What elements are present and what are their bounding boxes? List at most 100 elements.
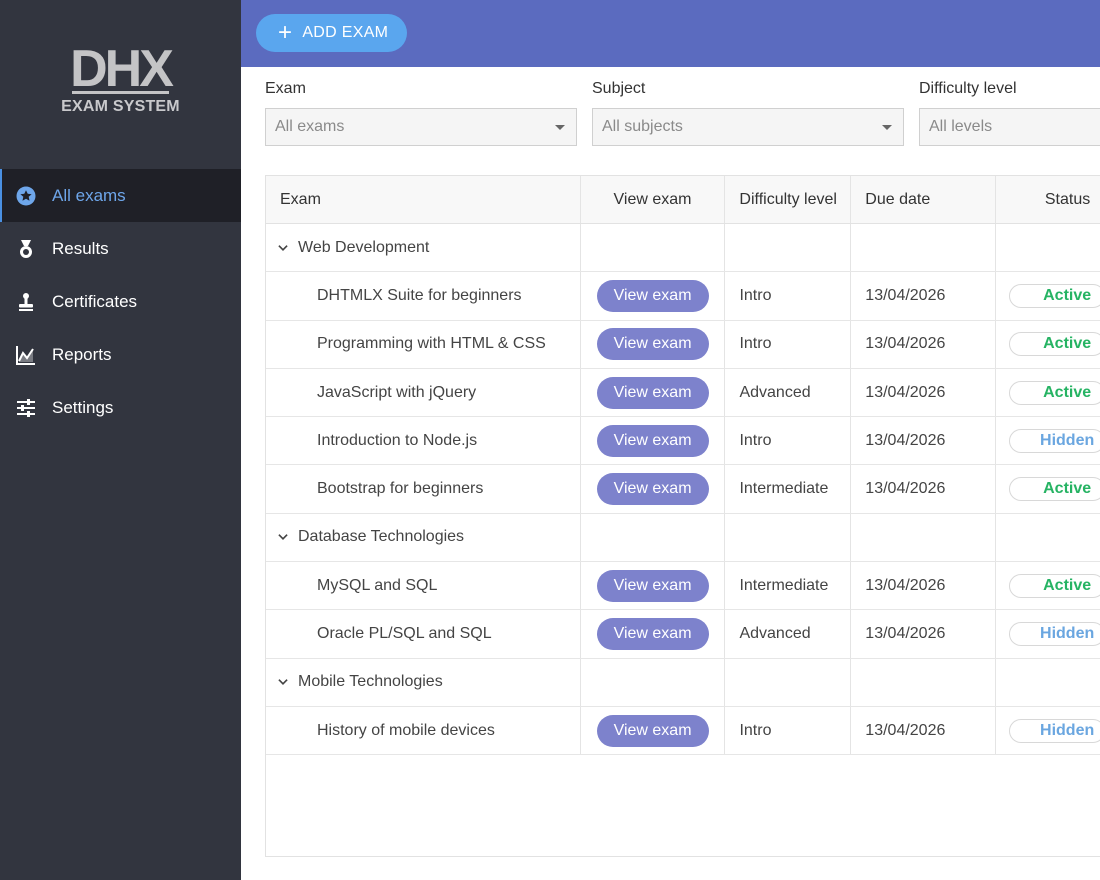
column-header-due-date[interactable]: Due date [851,176,997,223]
logo: DHX EXAM SYSTEM [0,43,241,116]
subject-filter: Subject All subjects [592,80,904,146]
exam-filter: Exam All exams [265,80,577,146]
exams-grid: Exam View exam Difficulty level Due date… [265,175,1100,857]
add-exam-button[interactable]: + ADD EXAM [256,14,407,52]
sidebar-item-label: Certificates [52,291,138,311]
view-exam-button[interactable]: View exam [596,569,709,602]
sidebar-nav: All exams Results Certificates Reports S… [0,169,241,434]
exam-select-value: All exams [275,118,345,135]
status-badge[interactable]: Hidden [1009,622,1100,647]
column-header-view-exam[interactable]: View exam [581,176,726,223]
due-date-cell: 13/04/2026 [851,320,997,368]
view-cell: View exam [581,368,726,417]
empty-cell [996,659,1100,706]
sidebar-item-label: All exams [52,185,126,205]
column-header-exam[interactable]: Exam [266,176,581,223]
view-exam-button[interactable]: View exam [596,714,709,747]
view-cell: View exam [581,465,726,513]
difficulty-cell: Intermediate [725,465,852,513]
sliders-icon [15,397,37,419]
exam-name: DHTMLX Suite for beginners [266,272,581,320]
chevron-down-icon [555,125,565,130]
status-badge[interactable]: Active [1009,477,1100,502]
empty-cell [581,224,726,272]
logo-subtitle: EXAM SYSTEM [61,98,180,115]
empty-cell [851,513,997,562]
status-badge[interactable]: Active [1009,573,1100,598]
group-row[interactable]: Database Technologies [266,513,1100,563]
table-row[interactable]: Introduction to Node.js View exam Intro 13/… [266,417,1100,466]
difficulty-cell: Intro [725,320,852,368]
status-cell: Active [996,272,1100,319]
sidebar-item-results[interactable]: Results [0,222,241,275]
status-cell: Hidden [996,610,1100,657]
status-badge[interactable]: Active [1009,380,1100,405]
due-date-cell: 13/04/2026 [851,417,997,465]
difficulty-cell: Intro [725,706,852,755]
top-bar: + ADD EXAM [241,0,1100,67]
table-row[interactable]: Programming with HTML & CSS View exam Intr… [266,320,1100,369]
empty-cell [725,513,852,562]
status-badge[interactable]: Hidden [1009,718,1100,743]
column-header-status[interactable]: Status [996,176,1100,223]
table-row[interactable]: Oracle PL/SQL and SQL View exam Advanced 13… [266,610,1100,659]
due-date-cell: 13/04/2026 [851,706,997,755]
chevron-down-icon[interactable] [278,677,288,687]
difficulty-select[interactable]: All levels [919,108,1100,146]
empty-cell [851,224,997,272]
add-exam-label: ADD EXAM [302,24,389,41]
exam-name: Programming with HTML & CSS [266,320,581,368]
sidebar-item-settings[interactable]: Settings [0,381,241,434]
group-cell: Database Technologies [266,513,581,562]
due-date-cell: 13/04/2026 [851,562,997,610]
group-row[interactable]: Mobile Technologies [266,658,1100,707]
exam-filter-label: Exam [265,80,306,97]
view-exam-button[interactable]: View exam [596,376,709,409]
exam-name: MySQL and SQL [266,562,581,610]
sidebar-item-reports[interactable]: Reports [0,328,241,381]
group-name: Mobile Technologies [298,673,443,691]
difficulty-filter-label: Difficulty level [919,80,1017,97]
status-cell: Active [996,321,1100,368]
status-cell: Hidden [996,707,1100,754]
table-row[interactable]: DHTMLX Suite for beginners View exam Intro… [266,272,1100,321]
empty-cell [725,658,852,706]
sidebar-item-certificates[interactable]: Certificates [0,275,241,328]
status-cell: Active [996,465,1100,512]
view-exam-button[interactable]: View exam [596,473,709,506]
status-badge[interactable]: Active [1009,283,1100,308]
status-badge[interactable]: Hidden [1009,428,1100,453]
subject-select[interactable]: All subjects [592,108,904,146]
status-cell: Active [996,369,1100,416]
view-cell: View exam [581,272,726,320]
grid-body: Web Development DHTMLX Suite for beginner… [266,224,1100,756]
empty-cell [581,658,726,706]
sidebar-item-all-exams[interactable]: All exams [0,169,241,222]
sidebar-item-label: Settings [52,397,114,417]
empty-cell [581,513,726,562]
column-header-difficulty[interactable]: Difficulty level [725,176,852,223]
empty-cell [725,224,852,272]
exam-select[interactable]: All exams [265,108,577,146]
view-exam-button[interactable]: View exam [596,328,709,361]
difficulty-select-value: All levels [929,118,993,135]
difficulty-cell: Intermediate [725,562,852,610]
table-row[interactable]: MySQL and SQL View exam Intermediate 13/04/… [266,562,1100,611]
chevron-down-icon[interactable] [278,243,288,253]
empty-cell [996,224,1100,271]
status-badge[interactable]: Active [1009,332,1100,357]
empty-cell [996,514,1100,561]
view-cell: View exam [581,706,726,755]
chevron-down-icon[interactable] [278,532,288,542]
view-exam-button[interactable]: View exam [596,279,709,312]
table-row[interactable]: JavaScript with jQuery View exam Advanced 1… [266,368,1100,418]
stamp-icon [15,291,37,313]
view-exam-button[interactable]: View exam [596,618,709,651]
table-row[interactable]: History of mobile devices View exam Intro 1… [266,706,1100,756]
star-circle-icon [15,185,37,207]
chart-icon [15,344,37,366]
view-cell: View exam [581,610,726,658]
view-exam-button[interactable]: View exam [596,424,709,457]
group-row[interactable]: Web Development [266,224,1100,273]
table-row[interactable]: Bootstrap for beginners View exam Intermed… [266,465,1100,514]
